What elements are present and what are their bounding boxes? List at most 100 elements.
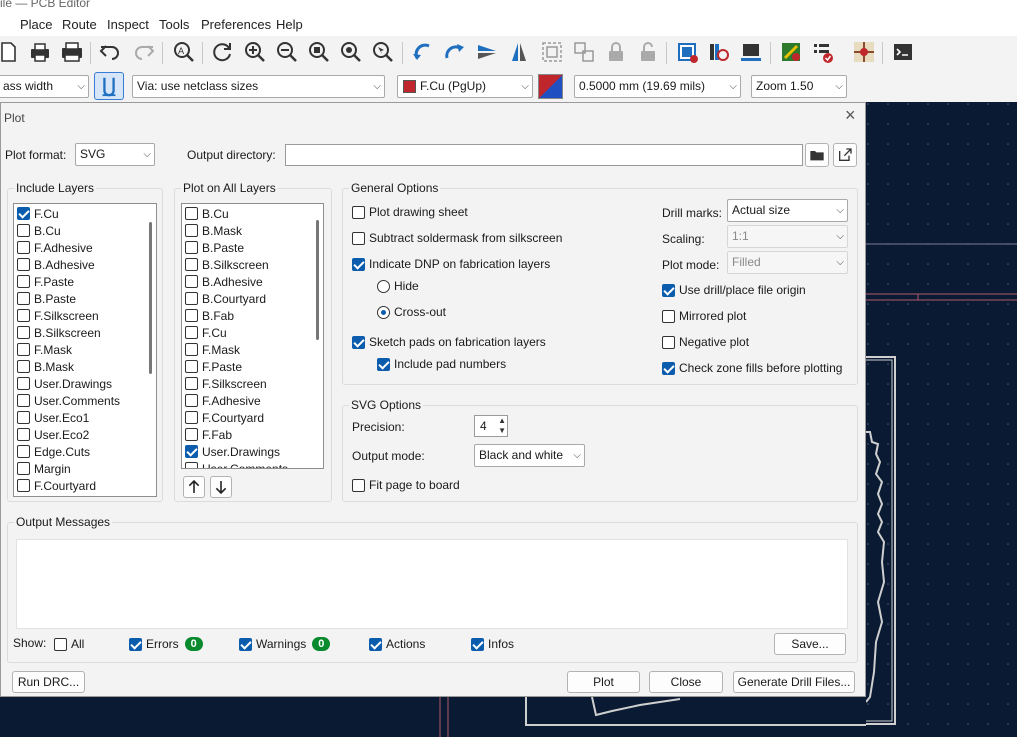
checkbox[interactable] bbox=[185, 411, 198, 424]
rotate-ccw-icon[interactable] bbox=[409, 38, 437, 66]
checkbox[interactable] bbox=[352, 205, 365, 219]
include-layers-item[interactable]: B.Adhesive bbox=[17, 256, 95, 273]
unlock-icon[interactable] bbox=[634, 38, 662, 66]
show-errors-checkbox[interactable]: Errors 0 bbox=[129, 637, 203, 651]
mirror-vertical-icon[interactable] bbox=[473, 38, 501, 66]
include-layers-item[interactable]: User.Comments bbox=[17, 392, 120, 409]
checkbox[interactable] bbox=[54, 637, 67, 651]
checkbox[interactable] bbox=[17, 309, 30, 322]
dnp-hide-radio[interactable]: Hide bbox=[377, 279, 419, 293]
show-infos-checkbox[interactable]: Infos bbox=[471, 637, 514, 651]
lock-icon[interactable] bbox=[602, 38, 630, 66]
checkbox[interactable] bbox=[352, 257, 365, 271]
checkbox[interactable] bbox=[185, 275, 198, 288]
zoom-in-icon[interactable] bbox=[241, 38, 269, 66]
show-actions-checkbox[interactable]: Actions bbox=[369, 637, 425, 651]
show-all-checkbox[interactable]: All bbox=[54, 637, 84, 651]
drill-marks-select[interactable]: Actual size ⌵ bbox=[727, 199, 848, 222]
zoom-objects-icon[interactable] bbox=[337, 38, 365, 66]
rotate-cw-icon[interactable] bbox=[441, 38, 469, 66]
checkbox[interactable] bbox=[352, 231, 365, 245]
auto-width-toggle[interactable] bbox=[94, 72, 124, 100]
close-button[interactable]: Close bbox=[649, 671, 723, 693]
menu-route[interactable]: Route bbox=[62, 17, 97, 32]
checkbox[interactable] bbox=[471, 637, 484, 651]
checkbox[interactable] bbox=[185, 343, 198, 356]
include-layers-item[interactable]: B.Paste bbox=[17, 290, 76, 307]
footprint-editor-icon[interactable] bbox=[673, 38, 701, 66]
checkbox[interactable] bbox=[17, 411, 30, 424]
checkbox[interactable] bbox=[17, 360, 30, 373]
checkbox[interactable] bbox=[17, 258, 30, 271]
checkbox[interactable] bbox=[185, 224, 198, 237]
include-layers-list[interactable]: F.Cu B.Cu F.Adhesive B.Adhesive F.Paste B.Pas… bbox=[13, 203, 157, 497]
checkbox[interactable] bbox=[369, 637, 382, 651]
checkbox[interactable] bbox=[185, 377, 198, 390]
plot-all-layers-list[interactable]: B.Cu B.Mask B.Paste B.Silkscreen B.Adhesive B… bbox=[181, 203, 324, 469]
plot-format-select[interactable]: SVG ⌵ bbox=[75, 143, 155, 166]
include-layers-item[interactable]: B.Mask bbox=[17, 358, 74, 375]
include-layers-item[interactable]: F.Adhesive bbox=[17, 239, 93, 256]
plot-all-layers-item[interactable]: B.Paste bbox=[185, 239, 244, 256]
scaling-select[interactable]: 1:1 ⌵ bbox=[727, 225, 848, 248]
plot-button[interactable]: Plot bbox=[567, 671, 640, 693]
menu-tools[interactable]: Tools bbox=[159, 17, 189, 32]
plot-all-layers-item[interactable]: B.Fab bbox=[185, 307, 234, 324]
page-icon[interactable] bbox=[0, 38, 22, 66]
zoom-fit-icon[interactable] bbox=[305, 38, 333, 66]
menu-inspect[interactable]: Inspect bbox=[107, 17, 149, 32]
checkbox[interactable] bbox=[17, 394, 30, 407]
plot-all-layers-item[interactable]: B.Adhesive bbox=[185, 273, 263, 290]
include-layers-item[interactable]: Margin bbox=[17, 460, 71, 477]
checkbox[interactable] bbox=[185, 207, 198, 220]
negative-plot-checkbox[interactable]: Negative plot bbox=[662, 335, 749, 349]
checkbox[interactable] bbox=[17, 275, 30, 288]
show-warnings-checkbox[interactable]: Warnings 0 bbox=[239, 637, 331, 651]
subtract-soldermask-checkbox[interactable]: Subtract soldermask from silkscreen bbox=[352, 231, 562, 245]
checkbox[interactable] bbox=[185, 292, 198, 305]
drc-icon[interactable] bbox=[809, 38, 837, 66]
include-layers-item[interactable]: B.Cu bbox=[17, 222, 61, 239]
checkbox[interactable] bbox=[17, 462, 30, 475]
zoom-out-icon[interactable] bbox=[273, 38, 301, 66]
checkbox[interactable] bbox=[662, 361, 675, 375]
zoom-selection-icon[interactable] bbox=[369, 38, 397, 66]
indicate-dnp-checkbox[interactable]: Indicate DNP on fabrication layers bbox=[352, 257, 550, 271]
checkbox[interactable] bbox=[662, 283, 675, 297]
checkbox[interactable] bbox=[377, 357, 390, 371]
refresh-icon[interactable] bbox=[208, 38, 236, 66]
checkbox[interactable] bbox=[185, 241, 198, 254]
checkbox[interactable] bbox=[185, 428, 198, 441]
include-layers-item[interactable]: F.Silkscreen bbox=[17, 307, 99, 324]
plot-all-layers-item[interactable]: F.Paste bbox=[185, 358, 242, 375]
checkbox[interactable] bbox=[17, 428, 30, 441]
plot-all-layers-item[interactable]: B.Cu bbox=[185, 205, 229, 222]
zoom-select[interactable]: Zoom 1.50 ⌵ bbox=[751, 75, 847, 98]
checkbox[interactable] bbox=[17, 445, 30, 458]
run-drc-button[interactable]: Run DRC... bbox=[12, 671, 85, 693]
fit-page-checkbox[interactable]: Fit page to board bbox=[352, 478, 460, 492]
sketch-pads-checkbox[interactable]: Sketch pads on fabrication layers bbox=[352, 335, 546, 349]
group-icon[interactable] bbox=[538, 38, 566, 66]
close-icon[interactable]: × bbox=[845, 105, 856, 126]
include-layers-item[interactable]: User.Drawings bbox=[17, 375, 112, 392]
menu-help[interactable]: Help bbox=[276, 17, 303, 32]
terminal-icon[interactable] bbox=[889, 38, 917, 66]
update-pcb-icon[interactable] bbox=[737, 38, 765, 66]
radio[interactable] bbox=[377, 279, 390, 293]
plot-all-layers-item[interactable]: B.Mask bbox=[185, 222, 242, 239]
scrollbar[interactable] bbox=[316, 220, 319, 340]
checkbox[interactable] bbox=[17, 292, 30, 305]
save-messages-button[interactable]: Save... bbox=[774, 633, 846, 655]
plot-all-layers-item[interactable]: F.Adhesive bbox=[185, 392, 261, 409]
checkbox[interactable] bbox=[185, 462, 198, 468]
messages-area[interactable] bbox=[16, 539, 848, 629]
checkbox[interactable] bbox=[185, 309, 198, 322]
plot-all-layers-item[interactable]: B.Courtyard bbox=[185, 290, 266, 307]
open-folder-button[interactable] bbox=[833, 143, 857, 167]
library-browser-icon[interactable] bbox=[705, 38, 733, 66]
scrollbar[interactable] bbox=[149, 222, 152, 374]
browse-folder-button[interactable] bbox=[805, 143, 829, 167]
spin-up-icon[interactable]: ▲ bbox=[498, 416, 506, 426]
radio[interactable] bbox=[377, 305, 390, 319]
